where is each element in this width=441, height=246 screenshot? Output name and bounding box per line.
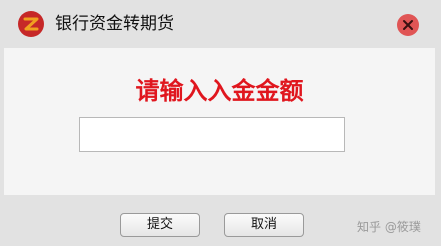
close-button[interactable] — [397, 14, 419, 36]
dialog-window: 银行资金转期货 请输入入金金额 提交 取消 知乎 @筱璞 — [0, 0, 441, 246]
amount-input[interactable] — [79, 117, 345, 152]
brand-logo-icon — [17, 10, 45, 38]
title-bar[interactable]: 银行资金转期货 — [0, 0, 441, 48]
amount-prompt: 请输入入金金额 — [135, 77, 304, 105]
cancel-button[interactable]: 取消 — [224, 213, 304, 237]
watermark-text: 知乎 @筱璞 — [357, 220, 421, 234]
window-title: 银行资金转期货 — [55, 14, 174, 34]
dialog-content: 请输入入金金额 — [4, 48, 435, 195]
close-icon — [403, 20, 413, 30]
submit-button[interactable]: 提交 — [120, 213, 200, 237]
